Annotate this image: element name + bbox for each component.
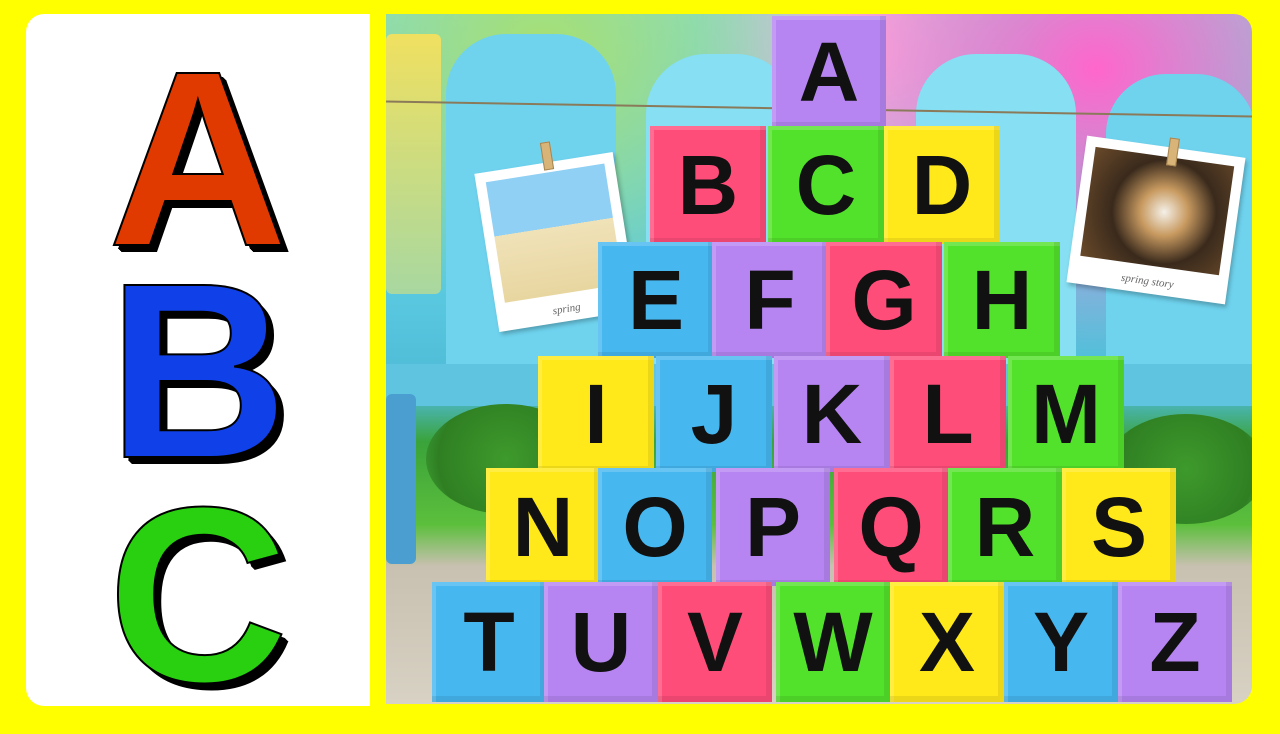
letter-block-j: J	[656, 356, 772, 472]
letter-block-g: G	[826, 242, 942, 358]
block-letter: J	[690, 367, 738, 461]
block-letter: M	[1031, 367, 1101, 461]
block-letter: A	[798, 25, 860, 119]
letter-block-i: I	[538, 356, 654, 472]
letter-block-o: O	[598, 468, 712, 586]
abc-panel: A B C	[26, 14, 370, 721]
block-letter: K	[801, 367, 863, 461]
letter-block-h: H	[944, 242, 1060, 358]
block-letter: L	[922, 367, 974, 461]
block-letter: T	[463, 595, 515, 689]
letter-block-x: X	[890, 582, 1004, 702]
block-letter: X	[918, 595, 976, 689]
letter-block-v: V	[658, 582, 772, 702]
block-letter: R	[974, 480, 1036, 574]
block-letter: H	[971, 253, 1033, 347]
block-letter: I	[584, 367, 608, 461]
letter-block-s: S	[1062, 468, 1176, 586]
photo-card-right: spring story	[1066, 135, 1246, 305]
letter-block-l: L	[890, 356, 1006, 472]
yellow-divider	[370, 14, 386, 706]
letter-block-f: F	[712, 242, 828, 358]
block-letter: W	[793, 595, 873, 689]
bench-leg	[386, 394, 416, 564]
block-letter: Y	[1032, 595, 1090, 689]
block-letter: O	[622, 480, 688, 574]
letter-block-w: W	[776, 582, 890, 702]
block-scene: spring spring story ABCDEFGHIJKLMNOPQRST…	[386, 14, 1252, 704]
block-letter: S	[1090, 480, 1148, 574]
letter-block-t: T	[432, 582, 546, 702]
drink-picture	[1080, 146, 1235, 276]
letter-block-q: Q	[834, 468, 948, 586]
letter-block-c: C	[768, 126, 884, 244]
letter-block-n: N	[486, 468, 600, 586]
flower-vase	[386, 34, 441, 294]
block-letter: V	[686, 595, 744, 689]
letter-block-u: U	[544, 582, 658, 702]
letter-block-k: K	[774, 356, 890, 472]
block-letter: Q	[858, 480, 924, 574]
letter-block-y: Y	[1004, 582, 1118, 702]
block-letter: B	[677, 138, 739, 232]
big-letter-c: C	[107, 455, 290, 734]
block-letter: C	[795, 138, 857, 232]
letter-block-m: M	[1008, 356, 1124, 472]
letter-block-b: B	[650, 126, 766, 244]
letter-block-e: E	[598, 242, 714, 358]
block-letter: N	[512, 480, 574, 574]
block-letter: D	[911, 138, 973, 232]
block-letter: U	[570, 595, 632, 689]
block-letter: P	[744, 480, 802, 574]
letter-block-r: R	[948, 468, 1062, 586]
letter-block-a: A	[772, 16, 886, 128]
block-letter: Z	[1149, 595, 1201, 689]
letter-block-p: P	[716, 468, 830, 586]
letter-block-z: Z	[1118, 582, 1232, 702]
block-letter: F	[744, 253, 796, 347]
block-letter: G	[851, 253, 917, 347]
letter-block-d: D	[884, 126, 1000, 244]
block-letter: E	[627, 253, 685, 347]
